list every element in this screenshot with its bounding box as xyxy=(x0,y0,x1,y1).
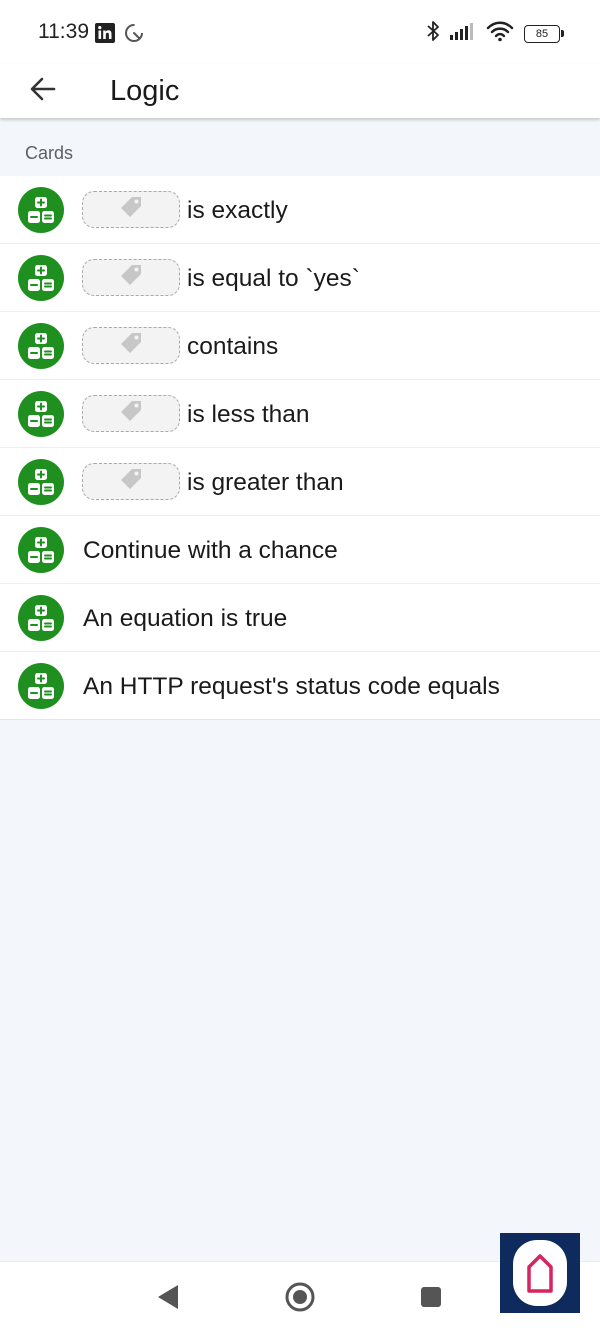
tag-placeholder[interactable] xyxy=(82,327,180,364)
logic-card-icon xyxy=(18,527,64,573)
app-bar: Logic xyxy=(0,64,600,118)
status-time: 11:39 xyxy=(38,20,89,43)
battery-icon: 85 xyxy=(524,24,564,43)
tag-icon xyxy=(118,262,144,293)
logic-card-icon xyxy=(18,323,64,369)
tag-placeholder[interactable] xyxy=(82,395,180,432)
logic-card-icon xyxy=(18,595,64,641)
card-label: contains xyxy=(187,333,279,360)
home-circle-icon xyxy=(284,1281,316,1318)
card-label: An HTTP request's status code equals xyxy=(83,673,500,700)
card-label: An equation is true xyxy=(83,605,288,632)
battery-level: 85 xyxy=(535,27,549,40)
tag-icon xyxy=(118,466,144,497)
wifi-icon xyxy=(486,20,514,47)
card-row-http-status-code[interactable]: An HTTP request's status code equals xyxy=(0,652,600,719)
logic-card-icon xyxy=(18,187,64,233)
signal-icon xyxy=(450,22,476,45)
section-header: Cards xyxy=(25,143,74,163)
card-label: Continue with a chance xyxy=(83,537,338,564)
sync-icon xyxy=(123,22,145,49)
card-row-contains[interactable]: contains xyxy=(0,312,600,380)
bluetooth-icon xyxy=(426,20,440,47)
card-row-is-exactly[interactable]: is exactly xyxy=(0,176,600,244)
recents-square-icon xyxy=(419,1285,443,1314)
card-row-continue-with-chance[interactable]: Continue with a chance xyxy=(0,516,600,584)
home-outline-icon xyxy=(513,1240,567,1306)
card-list: is exactly is equal to `yes` contains is… xyxy=(0,176,600,720)
card-row-equation-is-true[interactable]: An equation is true xyxy=(0,584,600,652)
card-row-is-less-than[interactable]: is less than xyxy=(0,380,600,448)
nav-home-button[interactable] xyxy=(282,1281,318,1317)
tag-icon xyxy=(118,398,144,429)
tag-icon xyxy=(118,194,144,225)
status-system-icons: 85 xyxy=(426,20,564,47)
logic-card-icon xyxy=(18,391,64,437)
status-bar: 11:39 85 xyxy=(0,0,600,64)
tag-icon xyxy=(118,330,144,361)
logic-card-icon xyxy=(18,255,64,301)
floating-launcher-button[interactable] xyxy=(500,1233,580,1313)
logic-card-icon xyxy=(18,459,64,505)
linkedin-icon xyxy=(95,23,115,48)
status-notification-icons xyxy=(95,22,145,49)
back-triangle-icon xyxy=(156,1284,180,1315)
card-label: is exactly xyxy=(187,197,288,224)
tag-placeholder[interactable] xyxy=(82,191,180,228)
tag-placeholder[interactable] xyxy=(82,259,180,296)
card-label: is equal to `yes` xyxy=(187,265,360,292)
page-title: Logic xyxy=(110,75,180,107)
card-row-is-equal-to-yes[interactable]: is equal to `yes` xyxy=(0,244,600,312)
card-row-is-greater-than[interactable]: is greater than xyxy=(0,448,600,516)
nav-recents-button[interactable] xyxy=(413,1281,449,1317)
card-label: is greater than xyxy=(187,469,344,496)
nav-back-button[interactable] xyxy=(150,1281,186,1317)
logic-card-icon xyxy=(18,663,64,709)
arrow-left-icon xyxy=(29,75,57,108)
card-label: is less than xyxy=(187,401,310,428)
tag-placeholder[interactable] xyxy=(82,463,180,500)
back-button[interactable] xyxy=(22,70,64,112)
